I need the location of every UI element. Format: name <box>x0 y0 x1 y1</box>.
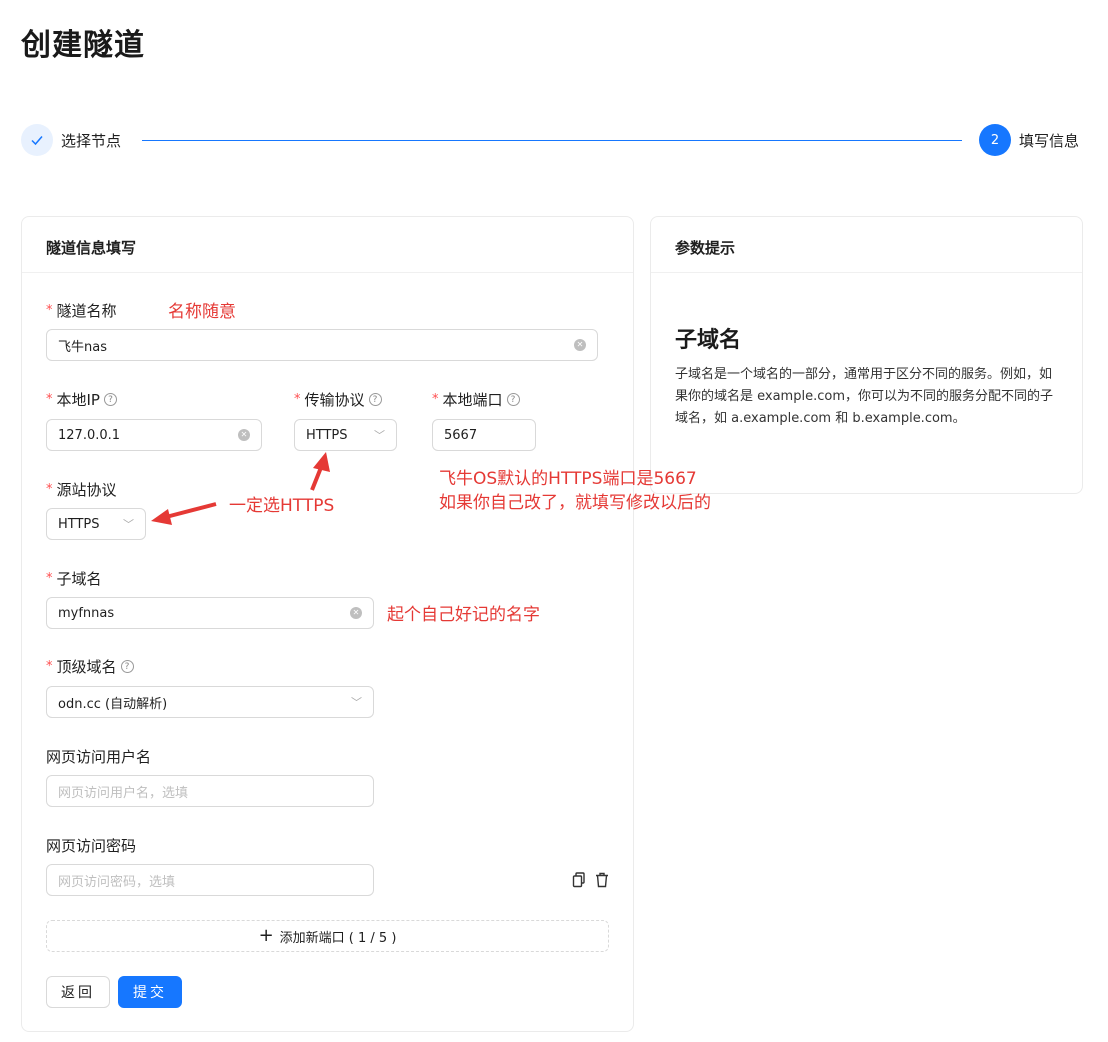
arrow-up-annotation <box>310 452 330 491</box>
annotation-arrows <box>151 452 330 525</box>
arrow-left-annotation <box>151 502 217 525</box>
